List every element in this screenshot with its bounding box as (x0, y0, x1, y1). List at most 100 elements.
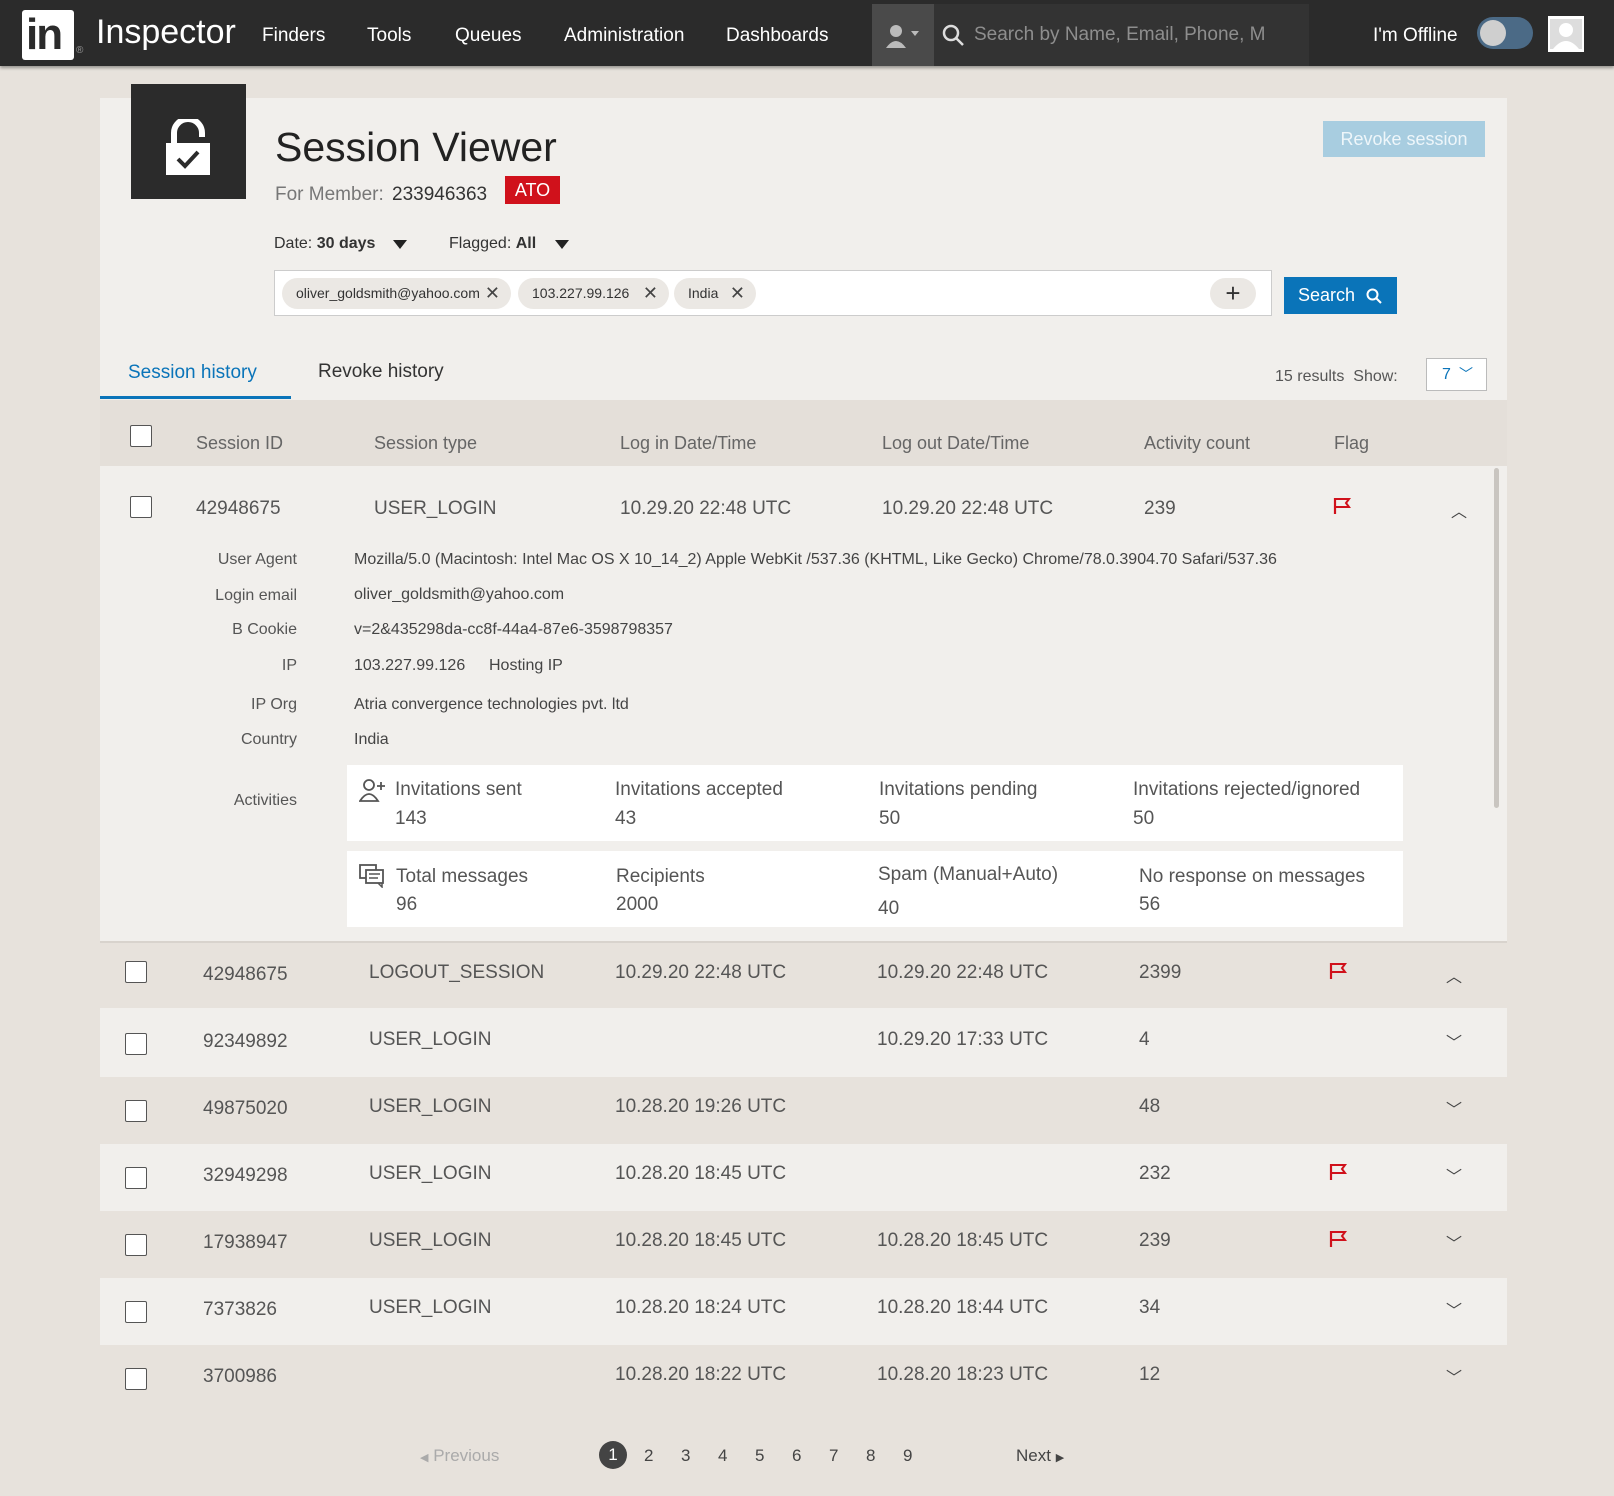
row-checkbox[interactable] (125, 1234, 147, 1256)
header-activity-count[interactable]: Activity count (1144, 433, 1250, 454)
global-search-input[interactable] (974, 22, 1304, 48)
page-size-select[interactable]: 7 ﹀ (1426, 358, 1487, 391)
remove-chip-icon[interactable]: ✕ (643, 278, 658, 309)
page-6[interactable]: 6 (792, 1446, 801, 1466)
no-response-value: 56 (1139, 894, 1161, 915)
detail-scrollbar[interactable] (1494, 468, 1499, 808)
user-agent-label: User Agent (217, 551, 297, 568)
table-row[interactable] (100, 1345, 1507, 1412)
search-button[interactable]: Search (1284, 277, 1397, 314)
avatar[interactable] (1548, 16, 1584, 52)
remove-chip-icon[interactable]: ✕ (730, 278, 745, 309)
flag-icon[interactable] (1333, 497, 1351, 515)
app-name: Inspector (96, 13, 236, 51)
chevron-down-icon[interactable]: ﹀ (1446, 1364, 1462, 1388)
flagged-filter-value: All (515, 235, 537, 252)
page-5[interactable]: 5 (755, 1446, 764, 1466)
previous-label: Previous (433, 1446, 500, 1465)
table-row[interactable] (100, 1010, 1507, 1077)
flag-icon[interactable] (1329, 1163, 1347, 1181)
chevron-down-icon[interactable]: ﹀ (1446, 1163, 1462, 1187)
nav-item-administration[interactable]: Administration (564, 25, 684, 47)
search-type-dropdown[interactable] (872, 4, 934, 66)
header-flag[interactable]: Flag (1334, 433, 1369, 454)
offline-toggle[interactable] (1477, 17, 1533, 49)
header-login-time[interactable]: Log in Date/Time (620, 433, 756, 454)
page-9[interactable]: 9 (903, 1446, 912, 1466)
chip-label: India (688, 285, 719, 301)
remove-chip-icon[interactable]: ✕ (485, 278, 500, 309)
page-2[interactable]: 2 (644, 1446, 653, 1466)
next-page-link[interactable]: Next ▶ (1016, 1446, 1064, 1466)
header-session-type[interactable]: Session type (374, 433, 477, 454)
select-all-checkbox[interactable] (130, 425, 152, 447)
chevron-up-icon[interactable]: ︿ (1446, 963, 1462, 987)
table-row[interactable] (100, 1211, 1507, 1278)
row-checkbox[interactable] (125, 1301, 147, 1323)
tab-session-history[interactable]: Session history (128, 362, 257, 384)
revoke-session-button[interactable]: Revoke session (1323, 121, 1485, 157)
spam-value: 40 (878, 898, 900, 919)
user-avatar-icon (1550, 19, 1582, 49)
flagged-dropdown-icon[interactable] (555, 240, 569, 249)
show-label: Show: (1353, 368, 1398, 385)
tab-revoke-history[interactable]: Revoke history (318, 361, 444, 383)
flag-icon[interactable] (1329, 1230, 1347, 1248)
date-filter-value: 30 days (316, 235, 376, 252)
status-label: I'm Offline (1373, 25, 1458, 46)
chevron-down-icon[interactable]: ﹀ (1446, 1096, 1462, 1120)
table-row[interactable] (100, 1144, 1507, 1211)
page-1[interactable]: 1 (599, 1441, 627, 1469)
row-checkbox[interactable] (125, 1368, 147, 1390)
page-8[interactable]: 8 (866, 1446, 875, 1466)
login-time: 10.28.20 18:24 UTC (615, 1297, 787, 1318)
table-row[interactable] (100, 941, 1507, 1008)
row-checkbox[interactable] (125, 1100, 147, 1122)
nav-item-dashboards[interactable]: Dashboards (726, 25, 828, 47)
page-title: Session Viewer (275, 124, 557, 170)
results-count: 15 results (1275, 368, 1345, 385)
flagged-filter[interactable]: Flagged: All (449, 235, 536, 253)
row-checkbox[interactable] (125, 1167, 147, 1189)
nav-item-queues[interactable]: Queues (455, 25, 522, 47)
activity-count: 34 (1139, 1297, 1161, 1318)
ip-label: IP (281, 657, 297, 674)
session-id: 42948675 (203, 964, 288, 985)
registered-mark: ® (76, 45, 84, 56)
invitations-sent-label: Invitations sent (395, 779, 522, 800)
date-dropdown-icon[interactable] (393, 240, 407, 249)
nav-item-finders[interactable]: Finders (262, 25, 325, 47)
page-7[interactable]: 7 (829, 1446, 838, 1466)
chevron-down-icon[interactable]: ﹀ (1446, 1230, 1462, 1254)
flag-icon[interactable] (1329, 962, 1347, 980)
session-id: 49875020 (203, 1098, 288, 1119)
search-icon (942, 24, 964, 46)
nav-item-tools[interactable]: Tools (367, 25, 411, 47)
row-checkbox[interactable] (125, 961, 147, 983)
table-row[interactable] (100, 1077, 1507, 1144)
row-checkbox[interactable] (130, 496, 152, 518)
recipients-label: Recipients (616, 866, 705, 887)
recipients-value: 2000 (616, 894, 659, 915)
chevron-down-icon[interactable]: ﹀ (1446, 1297, 1462, 1321)
add-filter-button[interactable]: + (1210, 278, 1256, 309)
search-button-label: Search (1298, 285, 1356, 305)
ato-badge: ATO (505, 176, 560, 204)
session-type: USER_LOGIN (369, 1029, 492, 1050)
activity-count: 48 (1139, 1096, 1161, 1117)
row-checkbox[interactable] (125, 1033, 147, 1055)
date-filter[interactable]: Date: 30 days (274, 235, 375, 253)
header-logout-time[interactable]: Log out Date/Time (882, 433, 1029, 454)
activities-label: Activities (233, 792, 297, 809)
table-row[interactable] (100, 1278, 1507, 1345)
page-3[interactable]: 3 (681, 1446, 690, 1466)
session-type: USER_LOGIN (369, 1230, 492, 1251)
linkedin-logo[interactable]: in (22, 10, 74, 60)
page-4[interactable]: 4 (718, 1446, 727, 1466)
filter-chip-input[interactable]: oliver_goldsmith@yahoo.com ✕ 103.227.99.… (274, 270, 1272, 316)
chevron-down-icon[interactable]: ﹀ (1446, 1029, 1462, 1053)
previous-page-link[interactable]: ◀ Previous (420, 1446, 499, 1466)
chevron-up-icon[interactable]: ︿ (1451, 498, 1467, 522)
header-session-id[interactable]: Session ID (196, 433, 283, 454)
session-id: 32949298 (203, 1165, 288, 1186)
